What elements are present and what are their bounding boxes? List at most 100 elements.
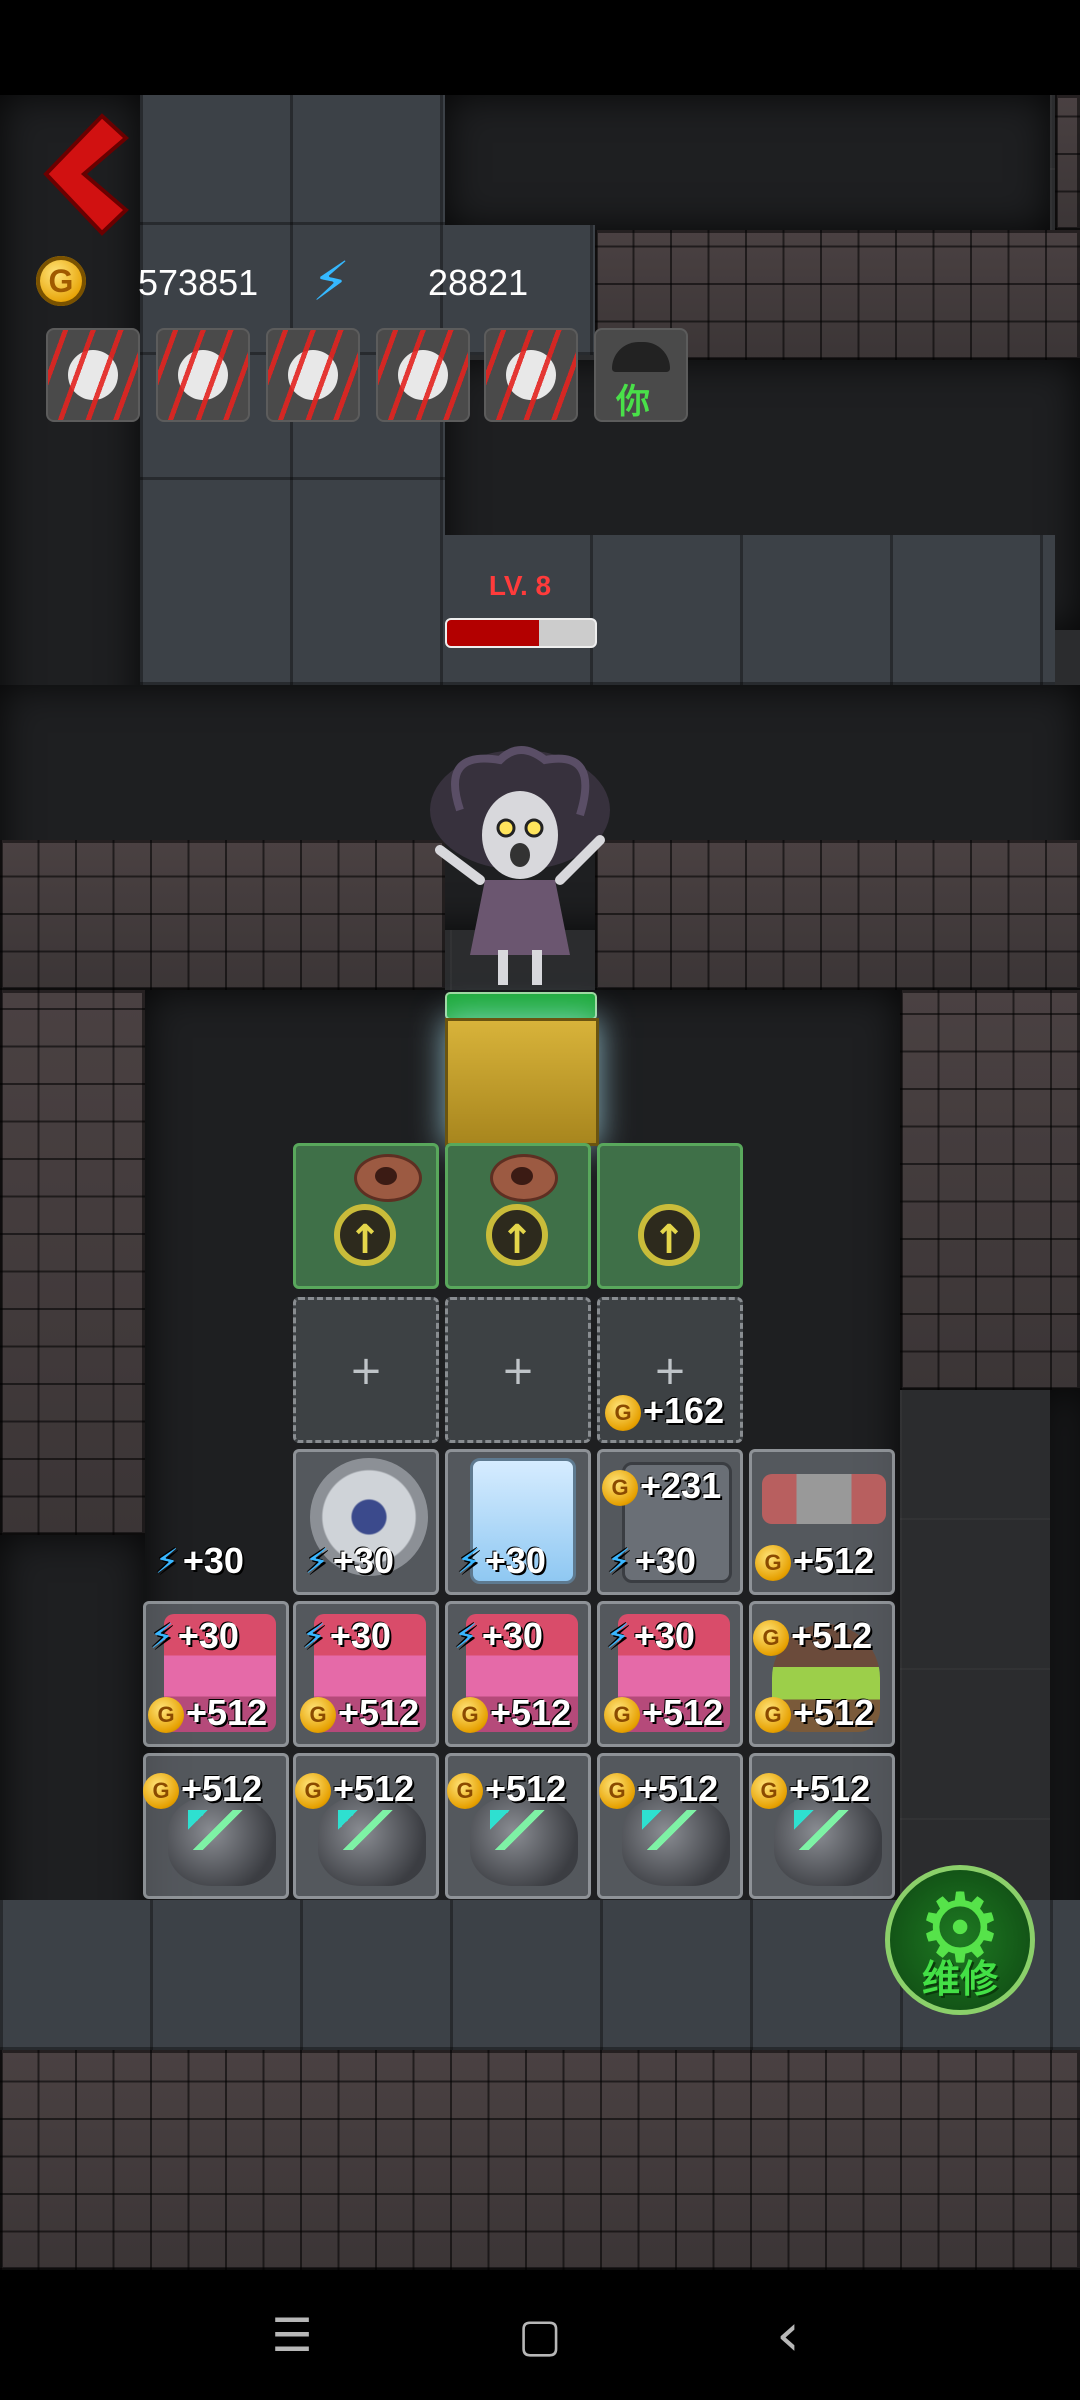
player-card-3[interactable]: [266, 328, 360, 422]
upgrade-cell-1[interactable]: ↑: [293, 1143, 439, 1289]
enemy-lane: [140, 535, 1055, 685]
player-card-2[interactable]: [156, 328, 250, 422]
empty-slot[interactable]: +: [293, 1297, 439, 1443]
gold-bonus-value: +512: [637, 1768, 719, 1809]
home-icon[interactable]: ▢: [510, 2305, 570, 2365]
wall-bottom: [0, 2050, 1080, 2270]
wall-edge: [1055, 95, 1080, 230]
coin-count: 573851: [138, 262, 259, 303]
upgrade-arrow-icon[interactable]: ↑: [638, 1204, 700, 1266]
gold-bonus-value: +162: [643, 1390, 725, 1431]
coin-icon: G: [599, 1773, 635, 1810]
plus-icon: +: [501, 1348, 535, 1394]
repair-button[interactable]: ⚙ 维修: [885, 1865, 1035, 2015]
gold-bonus: G +512: [452, 1692, 571, 1734]
gold-bonus: G +231: [602, 1465, 721, 1507]
gold-bonus: G +512: [143, 1768, 262, 1810]
energy-icon: ⚡: [607, 1542, 631, 1582]
gold-bonus: G +512: [751, 1768, 870, 1810]
coin-icon: G: [755, 1697, 791, 1734]
upgrade-cell-2[interactable]: ↑: [445, 1143, 591, 1289]
energy-bonus-value: +30: [484, 1540, 546, 1581]
menu-icon[interactable]: ☰: [262, 2305, 322, 2365]
gold-bonus-value: +512: [338, 1692, 420, 1733]
energy-bonus: ⚡ +30: [606, 1615, 695, 1657]
plus-icon: +: [349, 1348, 383, 1394]
energy-icon: ⚡: [305, 1542, 329, 1582]
gold-bonus-value: +512: [181, 1768, 263, 1809]
energy-bonus-value: +30: [332, 1540, 394, 1581]
you-label: 你: [616, 382, 650, 422]
energy-bonus-value: +30: [177, 1615, 239, 1656]
energy-bonus-value: +30: [634, 1540, 696, 1581]
gold-bonus: G +512: [604, 1692, 723, 1734]
ghost-enemy[interactable]: [420, 740, 620, 990]
energy-bonus: ⚡ +30: [607, 1540, 696, 1582]
upgrade-arrow-icon[interactable]: ↑: [486, 1204, 548, 1266]
eye-turret-icon: [354, 1154, 422, 1202]
status-bar: [0, 0, 1080, 95]
upgrade-cell-3[interactable]: ↑: [597, 1143, 743, 1289]
enemy-level: LV. 8: [488, 570, 552, 601]
gold-bonus: G +512: [295, 1768, 414, 1810]
gold-bonus: G +512: [753, 1615, 872, 1657]
room-top-right: [445, 95, 1050, 230]
enemy-hp-bar: [445, 618, 597, 648]
gold-bonus-value: +512: [789, 1768, 871, 1809]
energy-bonus-value: +30: [329, 1615, 391, 1656]
gold-bonus: G +512: [755, 1692, 874, 1734]
avatar-hair-icon: [612, 342, 670, 372]
gold-bonus: G +512: [755, 1540, 874, 1582]
player-card-1[interactable]: [46, 328, 140, 422]
energy-bonus-value: +30: [633, 1615, 695, 1656]
gold-bonus: G +512: [599, 1768, 718, 1810]
gold-bonus-value: +512: [642, 1692, 724, 1733]
back-button[interactable]: [40, 112, 130, 237]
energy-bonus: ⚡ +30: [155, 1540, 244, 1582]
player-card-5[interactable]: [484, 328, 578, 422]
energy-bonus-value: +30: [182, 1540, 244, 1581]
gold-bonus: G +512: [447, 1768, 566, 1810]
eye-turret-icon: [490, 1154, 558, 1202]
upgrade-arrow-icon[interactable]: ↑: [334, 1204, 396, 1266]
wall-mid-left: [0, 840, 445, 990]
gold-bonus-value: +512: [490, 1692, 572, 1733]
gold-bonus-value: +512: [485, 1768, 567, 1809]
energy-bonus: ⚡ +30: [454, 1615, 543, 1657]
gold-bonus: G +512: [300, 1692, 419, 1734]
player-card-4[interactable]: [376, 328, 470, 422]
energy-icon: ⚡: [150, 1617, 174, 1657]
energy-icon: ⚡: [454, 1617, 478, 1657]
energy-count: 28821: [428, 262, 529, 303]
coin-icon: G: [604, 1697, 640, 1734]
claw-mark-icon: [268, 330, 358, 420]
coin-icon: G: [602, 1470, 638, 1507]
gold-bonus-value: +231: [640, 1465, 722, 1506]
back-nav-icon[interactable]: ‹: [758, 2305, 818, 2365]
coin-icon: G: [447, 1773, 483, 1810]
coin-icon: G: [295, 1773, 331, 1810]
player-card-you[interactable]: 你: [594, 328, 688, 422]
energy-bonus: ⚡ +30: [150, 1615, 239, 1657]
enemy-hp-fill: [447, 620, 539, 646]
coin-icon: G: [300, 1697, 336, 1734]
energy-icon: ⚡: [457, 1542, 481, 1582]
gold-bonus: G +512: [148, 1692, 267, 1734]
gold-bonus-value: +512: [793, 1692, 875, 1733]
dumbbell-icon: [762, 1474, 886, 1524]
plus-icon: +: [653, 1348, 687, 1394]
wall-mid-right: [595, 840, 1080, 990]
empty-slot[interactable]: +: [445, 1297, 591, 1443]
wall-left-lower: [0, 990, 145, 1535]
coin-icon: G: [148, 1697, 184, 1734]
energy-icon: ⚡: [302, 1617, 326, 1657]
door[interactable]: [445, 1018, 599, 1146]
coin-icon: G: [452, 1697, 488, 1734]
coin-icon: G: [751, 1773, 787, 1810]
claw-mark-icon: [486, 330, 576, 420]
floor-top: [140, 95, 445, 225]
coin-icon: G: [143, 1773, 179, 1810]
energy-bonus: ⚡ +30: [457, 1540, 546, 1582]
gold-bonus-value: +512: [793, 1540, 875, 1581]
claw-mark-icon: [158, 330, 248, 420]
